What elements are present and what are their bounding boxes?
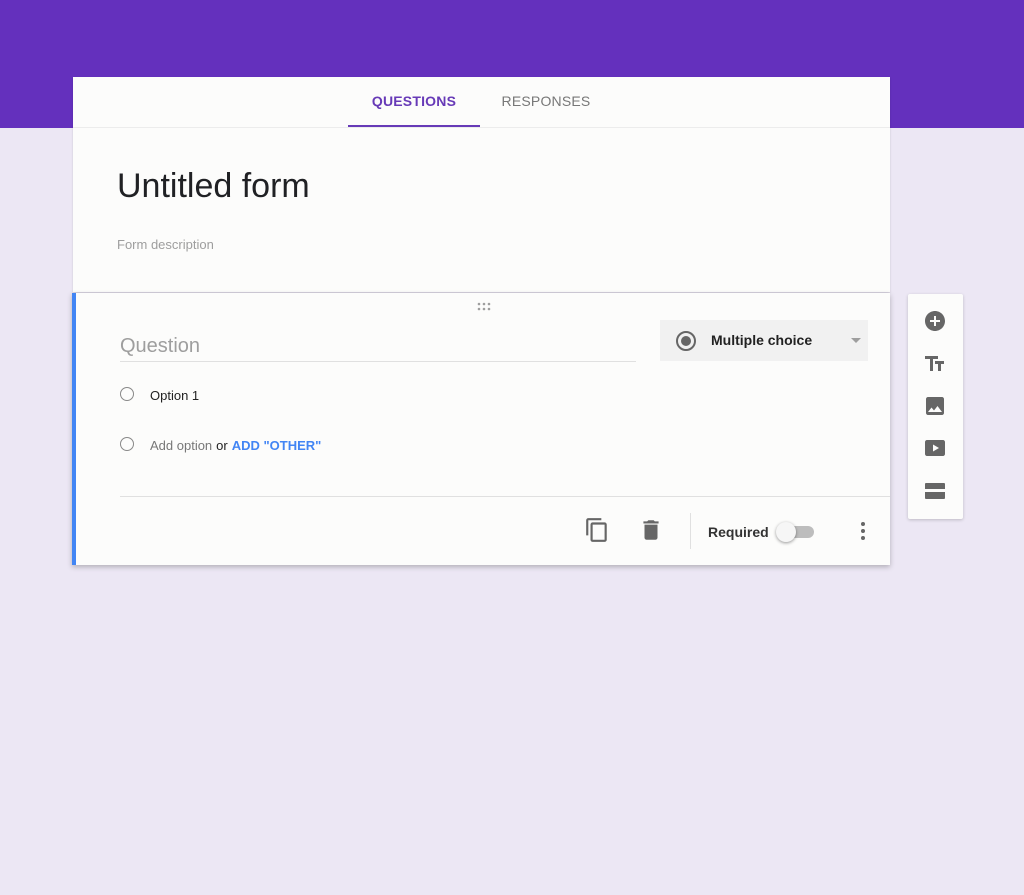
question-card[interactable]: Multiple choice Option 1 Add option or ADD… (72, 293, 890, 565)
drag-handle-icon[interactable] (475, 302, 495, 312)
required-label: Required (708, 524, 769, 540)
tab-bar: QUESTIONS RESPONSES (73, 77, 890, 128)
video-icon[interactable] (923, 436, 947, 460)
side-toolbar (908, 294, 963, 519)
tab-responses[interactable]: RESPONSES (480, 77, 612, 127)
more-vert-icon[interactable] (857, 520, 869, 542)
required-toggle[interactable] (776, 520, 816, 542)
question-type-label: Multiple choice (711, 332, 813, 348)
footer-separator (690, 513, 691, 549)
option-label[interactable]: Option 1 (150, 388, 199, 403)
form-description-field[interactable]: Form description (117, 237, 214, 252)
section-icon[interactable] (923, 479, 947, 503)
add-other-button[interactable]: ADD "OTHER" (232, 438, 322, 453)
add-option-button[interactable]: Add option (150, 438, 212, 453)
trash-icon[interactable] (638, 517, 664, 543)
radio-button-icon (120, 437, 134, 451)
content-copy-icon[interactable] (584, 517, 610, 543)
form-header-card: QUESTIONS RESPONSES Untitled form Form d… (73, 77, 890, 292)
question-type-dropdown[interactable]: Multiple choice (660, 320, 868, 361)
form-title[interactable]: Untitled form (117, 167, 310, 206)
radio-button-icon (120, 387, 134, 401)
toggle-knob (776, 522, 796, 542)
title-text-icon[interactable] (923, 352, 947, 376)
add-circle-icon[interactable] (923, 309, 947, 333)
add-option-text: Add option or ADD "OTHER" (150, 438, 321, 453)
or-separator: or (216, 438, 228, 453)
radio-checked-icon (675, 330, 697, 352)
footer-divider (120, 496, 890, 497)
chevron-down-icon (850, 337, 862, 345)
tab-questions[interactable]: QUESTIONS (348, 77, 480, 127)
question-input[interactable] (120, 331, 636, 362)
image-icon[interactable] (923, 394, 947, 418)
